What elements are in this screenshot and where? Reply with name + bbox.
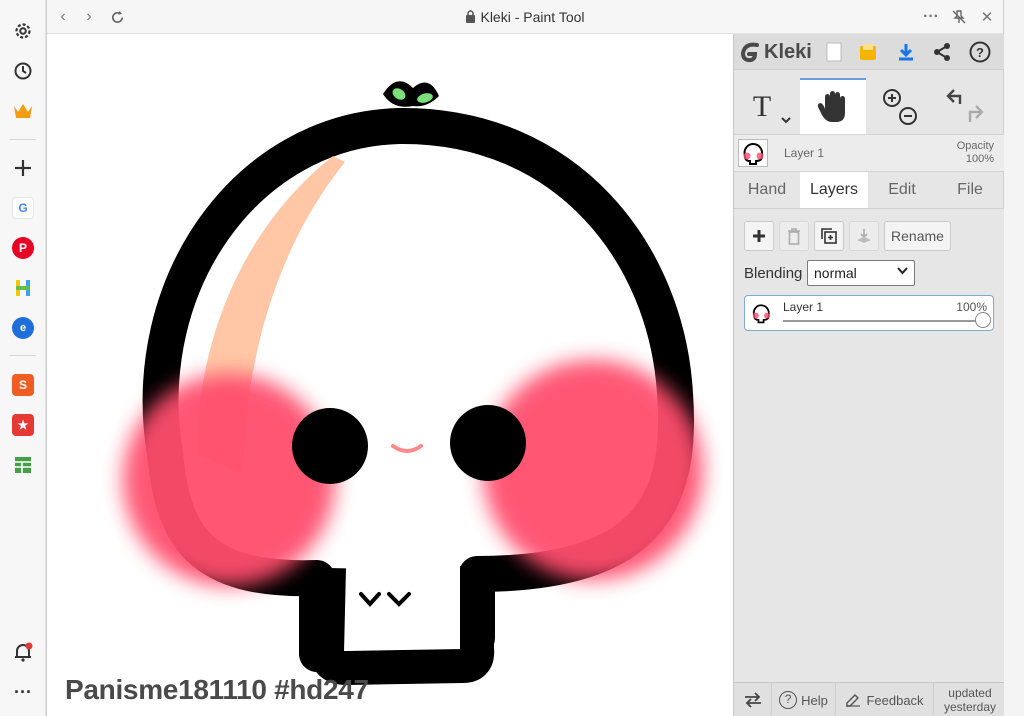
unpin-icon[interactable]: [949, 7, 969, 27]
layer-opacity-slider-handle[interactable]: [975, 312, 991, 328]
drawing-canvas[interactable]: Panisme181110 #hd247: [47, 34, 733, 716]
help-label: Help: [801, 692, 828, 708]
browser-sidebar: G P e S ★ ···: [0, 0, 46, 716]
hbo-h-icon[interactable]: [8, 273, 38, 303]
close-icon[interactable]: ✕: [977, 7, 997, 27]
opacity-readout: Opacity 100%: [957, 140, 994, 166]
blush-right: [483, 360, 703, 580]
screen: G P e S ★ ··· ‹ › Kleki - Paint Tool ···…: [0, 0, 1024, 716]
swap-sides-button[interactable]: [734, 683, 772, 716]
opacity-value: 100%: [965, 153, 994, 165]
more-menu-icon[interactable]: ···: [921, 7, 941, 27]
tab-layers[interactable]: Layers: [800, 172, 868, 208]
sheets-icon[interactable]: [8, 450, 38, 480]
add-panel-icon[interactable]: [8, 153, 38, 183]
crown-icon[interactable]: [8, 96, 38, 126]
panel-footer: ? Help Feedback updated yesterday: [734, 682, 1004, 716]
layer-item-thumbnail: [749, 301, 773, 325]
google-icon[interactable]: G: [8, 193, 38, 223]
updated-status: updated yesterday: [944, 686, 996, 714]
blending-value: normal: [814, 265, 857, 281]
settings-gear-icon[interactable]: [8, 16, 38, 46]
help-circle-icon: ?: [779, 691, 798, 709]
undo-redo-tool[interactable]: [932, 78, 998, 134]
plus-icon: [753, 230, 765, 242]
tab-edit[interactable]: Edit: [868, 172, 936, 208]
current-layer-name: Layer 1: [784, 146, 825, 160]
feedback-button[interactable]: Feedback: [836, 683, 934, 716]
notifications-bell-icon[interactable]: [8, 637, 38, 667]
rename-layer-button[interactable]: Rename: [884, 221, 951, 251]
pinterest-icon[interactable]: P: [8, 233, 38, 263]
window-title: Kleki - Paint Tool: [47, 9, 1003, 26]
eye-left: [292, 408, 368, 484]
lock-icon: [465, 10, 476, 26]
help-button[interactable]: ? Help: [772, 683, 836, 716]
new-image-icon[interactable]: [822, 40, 846, 64]
layer-list-item[interactable]: Layer 1 100%: [744, 295, 994, 331]
current-layer-row[interactable]: Layer 1 Opacity 100%: [734, 134, 1004, 172]
svg-text:T: T: [753, 90, 771, 123]
background-window-edge: [1004, 0, 1024, 716]
tool-row: T: [734, 78, 1004, 134]
game-app-icon[interactable]: ★: [8, 410, 38, 440]
blush-left: [123, 374, 335, 586]
layer-thumbnail: [738, 139, 768, 167]
kleki-logo-icon: [738, 40, 762, 64]
sidebar-divider: [10, 139, 36, 140]
hand-tool[interactable]: [800, 78, 866, 134]
help-icon[interactable]: ?: [968, 40, 992, 64]
more-dots-icon[interactable]: ···: [8, 677, 38, 707]
duplicate-icon: [821, 228, 837, 244]
zoom-tool[interactable]: [866, 78, 932, 134]
updated-line-2: yesterday: [943, 700, 996, 714]
pencil-icon: [846, 694, 861, 707]
duplicate-layer-button[interactable]: [814, 221, 844, 251]
trash-icon: [788, 228, 800, 245]
feedback-label: Feedback: [866, 692, 924, 708]
delete-layer-button[interactable]: [779, 221, 809, 251]
merge-layer-button[interactable]: [849, 221, 879, 251]
swap-arrows-icon: [744, 692, 761, 708]
history-icon[interactable]: [8, 56, 38, 86]
panel-tabs: Hand Layers Edit File: [734, 172, 1004, 208]
layers-pane: Rename Blending normal Layer 1 100%: [734, 208, 1004, 682]
blending-select[interactable]: normal: [807, 260, 915, 286]
tab-hand[interactable]: Hand: [734, 172, 800, 208]
browser-window: ‹ › Kleki - Paint Tool ··· ✕ Panisme1811…: [46, 0, 1004, 716]
share-icon[interactable]: [930, 40, 954, 64]
download-icon[interactable]: [894, 40, 918, 64]
sidebar-divider: [10, 355, 36, 356]
hand-icon: [817, 91, 845, 122]
svg-text:?: ?: [976, 45, 984, 60]
updated-line-1: updated: [948, 686, 992, 700]
window-title-text: Kleki - Paint Tool: [480, 9, 585, 25]
panel-header: Kleki ?: [734, 34, 1004, 70]
titlebar: ‹ › Kleki - Paint Tool ··· ✕: [47, 0, 1003, 34]
layer-item-name: Layer 1: [783, 300, 824, 314]
chevron-down-icon: [897, 266, 908, 278]
blending-label: Blending: [744, 265, 803, 282]
add-layer-button[interactable]: [744, 221, 774, 251]
canvas-artwork: [123, 81, 703, 685]
tab-file[interactable]: File: [936, 172, 1004, 208]
eye-right: [450, 405, 526, 481]
kleki-panel: Kleki ? T Layer 1 Opacity 100% Hand Laye…: [733, 34, 1004, 716]
body-shape: [310, 566, 495, 685]
canvas-caption: Panisme181110 #hd247: [65, 674, 369, 705]
opacity-label: Opacity: [956, 140, 994, 152]
messenger-icon[interactable]: e: [8, 313, 38, 343]
shopee-icon[interactable]: S: [8, 370, 38, 400]
kleki-logo-text: Kleki: [764, 41, 812, 63]
merge-down-icon: [857, 229, 871, 243]
text-tool[interactable]: T: [734, 78, 800, 134]
layer-opacity-slider[interactable]: [783, 320, 983, 322]
save-icon[interactable]: [856, 40, 880, 64]
